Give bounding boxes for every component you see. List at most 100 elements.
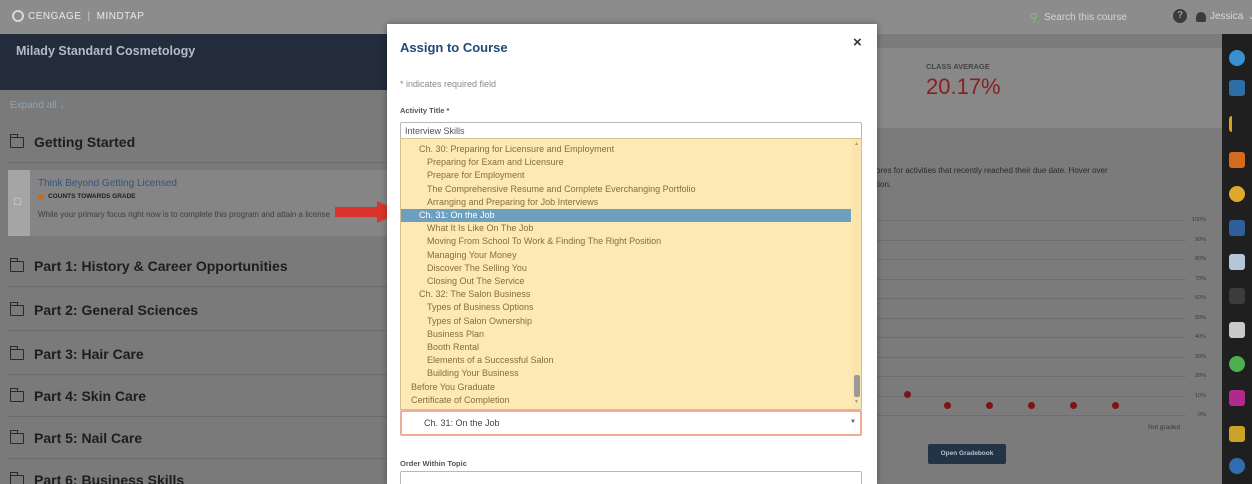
module-title: Part 2: General Sciences [34, 302, 199, 318]
order-within-topic-select[interactable] [400, 471, 862, 484]
topic-dropdown-list[interactable]: Certificate of Completion Before You Grad… [400, 138, 862, 410]
activity-card[interactable]: □ Think Beyond Getting Licensed COUNTS T… [8, 170, 388, 236]
search-icon: ⚲ [1030, 12, 1039, 24]
app-dock [1222, 34, 1252, 484]
dashboard-help-text: ores for activities that recently reache… [876, 164, 1216, 192]
module-part-5[interactable]: Part 5: Nail Care [9, 429, 143, 446]
required-note: * indicates required field [400, 79, 497, 89]
score-dot[interactable] [1112, 402, 1119, 409]
chart-gridline [876, 395, 1186, 397]
help-icon[interactable]: ? [1173, 9, 1187, 23]
dropdown-option[interactable]: Ch. 32: The Salon Business [401, 288, 851, 301]
dropdown-option-selected[interactable]: Ch. 31: On the Job [401, 209, 851, 222]
dropdown-option[interactable]: Closing Out The Service [401, 275, 851, 288]
expand-all-link[interactable]: Expand all ↓ [10, 100, 64, 111]
y-tick-label: 40% [1194, 334, 1206, 340]
flashcards-icon[interactable] [1229, 254, 1245, 270]
search-input[interactable]: Search this course [1044, 12, 1127, 23]
dropdown-option[interactable]: Types of Business Options [401, 301, 851, 314]
reader-app-icon[interactable] [1229, 80, 1245, 96]
module-title: Part 6: Business Skills [34, 472, 185, 484]
module-part-2[interactable]: Part 2: General Sciences [9, 301, 199, 318]
product-name: MINDTAP [96, 10, 145, 22]
module-part-3[interactable]: Part 3: Hair Care [9, 345, 144, 362]
brand-separator: | [87, 10, 91, 22]
dollar-icon[interactable] [1229, 356, 1245, 372]
module-part-6[interactable]: Part 6: Business Skills [9, 471, 185, 484]
topic-select[interactable]: Ch. 31: On the Job ▼ [400, 410, 862, 436]
analytics-icon[interactable] [1229, 458, 1245, 474]
class-average-value: 20.17% [926, 74, 1001, 99]
dropdown-option[interactable]: Preparing for Exam and Licensure [401, 156, 851, 169]
module-getting-started[interactable]: Getting Started [9, 133, 135, 150]
dropdown-option[interactable]: Certificate of Completion [401, 394, 851, 407]
assign-to-course-dialog: Assign to Course × * indicates required … [387, 24, 877, 484]
expand-all-label: Expand all [10, 100, 57, 111]
folder-icon [9, 387, 24, 402]
brand-logo[interactable]: CENGAGE | MINDTAP [12, 10, 144, 22]
course-search[interactable]: ⚲ Search this course [1030, 11, 1127, 24]
not-graded-label: Not graded [1148, 424, 1181, 431]
chart-gridline [876, 239, 1186, 241]
module-title: Part 5: Nail Care [34, 430, 143, 446]
scroll-thumb[interactable] [854, 375, 860, 397]
module-title: Part 3: Hair Care [34, 346, 144, 362]
user-name: Jessica [1210, 11, 1244, 22]
open-gradebook-button[interactable]: Open Gradebook [928, 444, 1006, 464]
y-tick-label: 70% [1194, 275, 1206, 282]
dropdown-option[interactable]: Managing Your Money [401, 249, 851, 262]
score-dot[interactable] [1070, 402, 1077, 409]
scroll-down-icon[interactable]: ▼ [854, 399, 859, 405]
counts-toward-grade-badge: COUNTS TOWARDS GRADE [38, 193, 136, 200]
dropdown-option[interactable]: The Comprehensive Resume and Complete Ev… [401, 183, 851, 196]
help-text-line: tion. [876, 180, 892, 189]
y-tick-label: 50% [1194, 314, 1206, 321]
message-icon[interactable] [1229, 322, 1245, 338]
module-part-4[interactable]: Part 4: Skin Care [9, 387, 147, 404]
progress-app-icon[interactable] [1229, 186, 1245, 202]
module-title: Part 4: Skin Care [34, 388, 147, 404]
dropdown-option[interactable]: Prepare for Employment [401, 169, 851, 182]
dropdown-option[interactable]: Ch. 30: Preparing for Licensure and Empl… [401, 143, 851, 156]
score-dot[interactable] [986, 402, 993, 409]
dropdown-option[interactable]: Before You Graduate [401, 381, 851, 394]
user-menu[interactable]: Jessica ⌄ [1196, 11, 1252, 22]
grade-dot-icon [38, 193, 44, 200]
chart-gridline [876, 337, 1186, 338]
folder-icon [9, 429, 24, 444]
dropdown-option[interactable]: Moving From School To Work & Finding The… [401, 235, 851, 248]
dictionary-icon[interactable] [1229, 426, 1245, 442]
score-dot[interactable] [944, 402, 951, 409]
dropdown-option[interactable]: Booth Rental [401, 341, 851, 354]
notebook-icon[interactable] [1229, 220, 1245, 236]
y-tick-label: 10% [1194, 392, 1206, 399]
folder-icon [9, 471, 24, 484]
dropdown-option[interactable]: Business Plan [401, 328, 851, 341]
dropdown-option[interactable]: Types of Salon Ownership [401, 315, 851, 328]
rss-icon[interactable] [1229, 152, 1245, 168]
dropdown-option[interactable]: Discover The Selling You [401, 262, 851, 275]
divider [8, 458, 388, 459]
score-dot[interactable] [1028, 402, 1035, 409]
dropdown-option[interactable]: Building Your Business [401, 367, 851, 380]
activity-link[interactable]: Think Beyond Getting Licensed [38, 178, 177, 189]
mindtap-app-icon[interactable] [1229, 50, 1245, 66]
y-tick-label: 0% [1198, 412, 1206, 418]
pencil-icon[interactable] [1229, 116, 1245, 132]
scroll-up-icon[interactable]: ▲ [854, 141, 859, 147]
activity-title-label: Activity Title * [400, 106, 450, 115]
dropdown-scrollbar[interactable]: ▲ ▼ [852, 139, 861, 409]
dropdown-option[interactable]: Arranging and Preparing for Job Intervie… [401, 196, 851, 209]
chart-gridline [876, 259, 1186, 260]
divider [8, 416, 388, 417]
brand-name: CENGAGE [28, 10, 82, 22]
module-part-1[interactable]: Part 1: History & Career Opportunities [9, 257, 288, 274]
dropdown-option[interactable]: Elements of a Successful Salon [401, 354, 851, 367]
share-icon[interactable] [1229, 288, 1245, 304]
chart-gridline [876, 278, 1186, 280]
course-header: Milady Standard Cosmetology [0, 34, 388, 90]
close-icon[interactable]: × [853, 34, 862, 51]
chat-icon[interactable] [1229, 390, 1245, 406]
score-dot[interactable] [904, 391, 911, 398]
dropdown-option[interactable]: What It Is Like On The Job [401, 222, 851, 235]
